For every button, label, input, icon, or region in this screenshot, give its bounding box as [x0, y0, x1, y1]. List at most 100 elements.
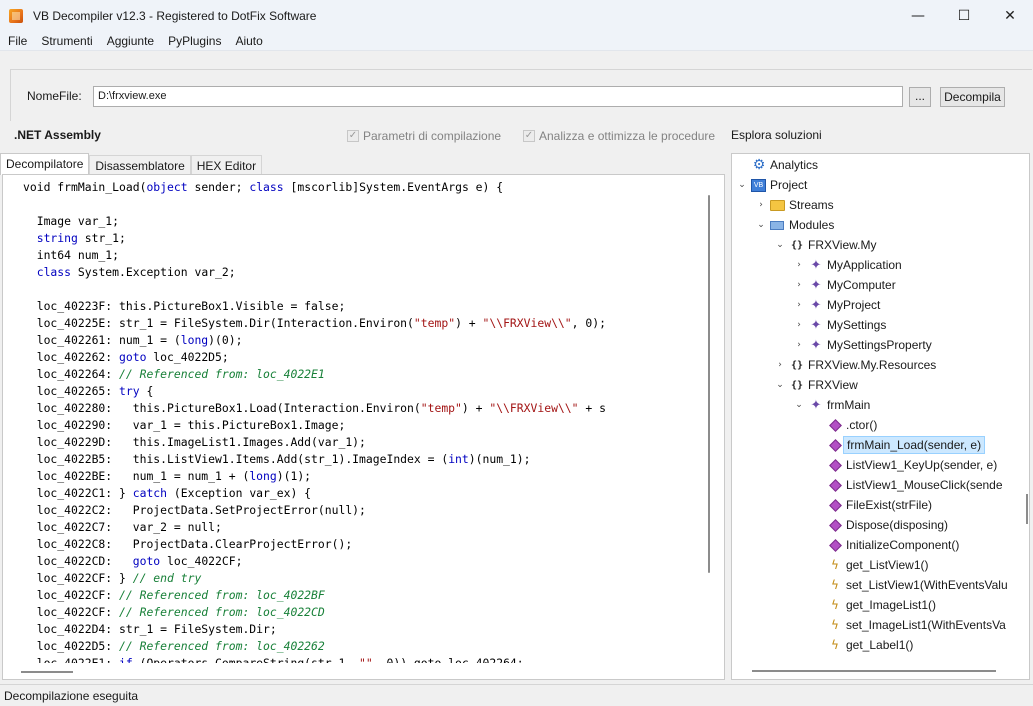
code-line[interactable]: loc_4022CD: goto loc_4022CF; [23, 553, 606, 570]
code-line[interactable]: loc_402261: num_1 = (long)(0); [23, 332, 606, 349]
code-line[interactable]: loc_40225E: str_1 = FileSystem.Dir(Inter… [23, 315, 606, 332]
chevron-down-icon[interactable]: ⌄ [737, 180, 747, 190]
code-line[interactable]: void frmMain_Load(object sender; class [… [23, 179, 606, 196]
tree-item[interactable]: InitializeComponent() [813, 535, 959, 555]
solution-tree[interactable]: ⚙ Analytics ⌄ VB Project › Streams ⌄ Modules ⌄ {} F… [731, 153, 1030, 680]
tree-vertical-scrollbar[interactable] [1026, 494, 1028, 524]
minimize-button[interactable]: — [895, 0, 941, 31]
tree-item-label: MyApplication [827, 258, 902, 272]
tab-decompiler[interactable]: Decompilatore [0, 153, 90, 175]
chevron-down-icon[interactable]: ⌄ [794, 400, 804, 410]
tree-item[interactable]: ⌄ Modules [756, 215, 834, 235]
code-line[interactable]: loc_4022C1: } catch (Exception var_ex) { [23, 485, 606, 502]
code-vertical-scrollbar[interactable] [708, 195, 710, 573]
chevron-right-icon[interactable]: › [794, 340, 804, 350]
chevron-right-icon[interactable]: › [794, 280, 804, 290]
compile-params-checkbox[interactable]: ✓ [347, 130, 359, 142]
code-line[interactable]: loc_4022CF: } // end try [23, 570, 606, 587]
tree-item[interactable]: ϟ get_Label1() [813, 635, 913, 655]
decompile-button[interactable]: Decompila [940, 87, 1005, 107]
browse-button[interactable]: ... [909, 87, 931, 107]
code-line[interactable]: loc_402280: this.PictureBox1.Load(Intera… [23, 400, 606, 417]
filename-input[interactable]: D:\frxview.exe [93, 86, 903, 107]
code-token: int64 num_1; [23, 248, 120, 262]
code-line[interactable]: loc_4022D5: // Referenced from: loc_4022… [23, 638, 606, 655]
menu-file[interactable]: File [0, 34, 33, 48]
chevron-right-icon[interactable]: › [775, 360, 785, 370]
code-line[interactable]: class System.Exception var_2; [23, 264, 606, 281]
compile-params-option[interactable]: ✓ Parametri di compilazione [347, 129, 501, 143]
code-line[interactable]: loc_402262: goto loc_4022D5; [23, 349, 606, 366]
filename-label: NomeFile: [27, 89, 82, 103]
chevron-right-icon[interactable]: › [794, 260, 804, 270]
tree-item[interactable]: ⚙ Analytics [737, 155, 818, 175]
code-line[interactable]: loc_4022CF: // Referenced from: loc_4022… [23, 587, 606, 604]
code-line[interactable]: loc_402264: // Referenced from: loc_4022… [23, 366, 606, 383]
tree-item[interactable]: › ✦ MyComputer [794, 275, 896, 295]
tree-item[interactable]: frmMain_Load(sender, e) [813, 435, 986, 455]
tree-item[interactable]: › ✦ MySettings [794, 315, 886, 335]
code-line[interactable]: string str_1; [23, 230, 606, 247]
code-token: loc_402264: [23, 367, 120, 381]
tree-item[interactable]: ⌄ {} FRXView [775, 375, 858, 395]
tree-item-label: FRXView.My [808, 238, 877, 252]
tree-item[interactable]: Dispose(disposing) [813, 515, 948, 535]
code-line[interactable]: loc_4022B5: this.ListView1.Items.Add(str… [23, 451, 606, 468]
tree-item-label: Project [770, 178, 808, 192]
code-line[interactable]: loc_4022D4: str_1 = FileSystem.Dir; [23, 621, 606, 638]
tree-item[interactable]: ListView1_KeyUp(sender, e) [813, 455, 997, 475]
code-editor[interactable]: void frmMain_Load(object sender; class [… [2, 174, 725, 680]
decompiled-code[interactable]: void frmMain_Load(object sender; class [… [23, 179, 606, 672]
chevron-down-icon[interactable]: ⌄ [775, 240, 785, 250]
tree-item[interactable]: › {} FRXView.My.Resources [775, 355, 936, 375]
tree-item[interactable]: .ctor() [813, 415, 877, 435]
code-line[interactable]: loc_4022C7: var_2 = null; [23, 519, 606, 536]
code-horizontal-scrollbar[interactable] [21, 671, 73, 673]
code-line[interactable]: loc_4022BE: num_1 = num_1 + (long)(1); [23, 468, 606, 485]
chevron-down-icon[interactable]: ⌄ [775, 380, 785, 390]
tree-item[interactable]: ϟ set_ImageList1(WithEventsVa [813, 615, 1006, 635]
tree-item-label: MyProject [827, 298, 881, 312]
tree-item[interactable]: › Streams [756, 195, 834, 215]
maximize-button[interactable]: ☐ [941, 0, 987, 31]
tree-item[interactable]: ϟ get_ListView1() [813, 555, 928, 575]
code-line[interactable] [23, 281, 606, 298]
code-line[interactable]: loc_4022CF: // Referenced from: loc_4022… [23, 604, 606, 621]
tree-item[interactable]: › ✦ MyApplication [794, 255, 902, 275]
chevron-down-icon[interactable]: ⌄ [756, 220, 766, 230]
code-token: loc_4022C7: var_2 = null; [23, 520, 222, 534]
code-line[interactable]: int64 num_1; [23, 247, 606, 264]
tree-item[interactable]: FileExist(strFile) [813, 495, 932, 515]
close-button[interactable]: ✕ [987, 0, 1033, 31]
tab-disassembler[interactable]: Disassemblatore [89, 155, 191, 175]
tree-item[interactable]: › ✦ MySettingsProperty [794, 335, 932, 355]
menu-pyplugins[interactable]: PyPlugins [160, 34, 227, 48]
code-token: loc_402290: var_1 = this.PictureBox1.Ima… [23, 418, 346, 432]
analyze-optimize-option[interactable]: ✓ Analizza e ottimizza le procedure [523, 129, 715, 143]
menu-aggiunte[interactable]: Aggiunte [99, 34, 160, 48]
menu-aiuto[interactable]: Aiuto [227, 34, 268, 48]
tree-item-label: MySettingsProperty [827, 338, 932, 352]
tree-horizontal-scrollbar[interactable] [752, 670, 996, 672]
tree-item[interactable]: ϟ get_ImageList1() [813, 595, 936, 615]
code-line[interactable]: loc_402265: try { [23, 383, 606, 400]
code-line[interactable]: loc_40229D: this.ImageList1.Images.Add(v… [23, 434, 606, 451]
tree-item[interactable]: ϟ set_ListView1(WithEventsValu [813, 575, 1008, 595]
analyze-optimize-checkbox[interactable]: ✓ [523, 130, 535, 142]
tree-item[interactable]: ⌄ ✦ frmMain [794, 395, 870, 415]
chevron-right-icon[interactable]: › [794, 320, 804, 330]
menu-strumenti[interactable]: Strumenti [33, 34, 98, 48]
code-line[interactable] [23, 196, 606, 213]
tree-item[interactable]: › ✦ MyProject [794, 295, 880, 315]
tab-hex-editor[interactable]: HEX Editor [190, 155, 263, 175]
tree-item[interactable]: ⌄ VB Project [737, 175, 807, 195]
code-line[interactable]: Image var_1; [23, 213, 606, 230]
code-line[interactable]: loc_402290: var_1 = this.PictureBox1.Ima… [23, 417, 606, 434]
code-line[interactable]: loc_4022C8: ProjectData.ClearProjectErro… [23, 536, 606, 553]
code-line[interactable]: loc_40223F: this.PictureBox1.Visible = f… [23, 298, 606, 315]
tree-item[interactable]: ⌄ {} FRXView.My [775, 235, 876, 255]
code-line[interactable]: loc_4022C2: ProjectData.SetProjectError(… [23, 502, 606, 519]
tree-item[interactable]: ListView1_MouseClick(sende [813, 475, 1003, 495]
chevron-right-icon[interactable]: › [794, 300, 804, 310]
chevron-right-icon[interactable]: › [756, 200, 766, 210]
